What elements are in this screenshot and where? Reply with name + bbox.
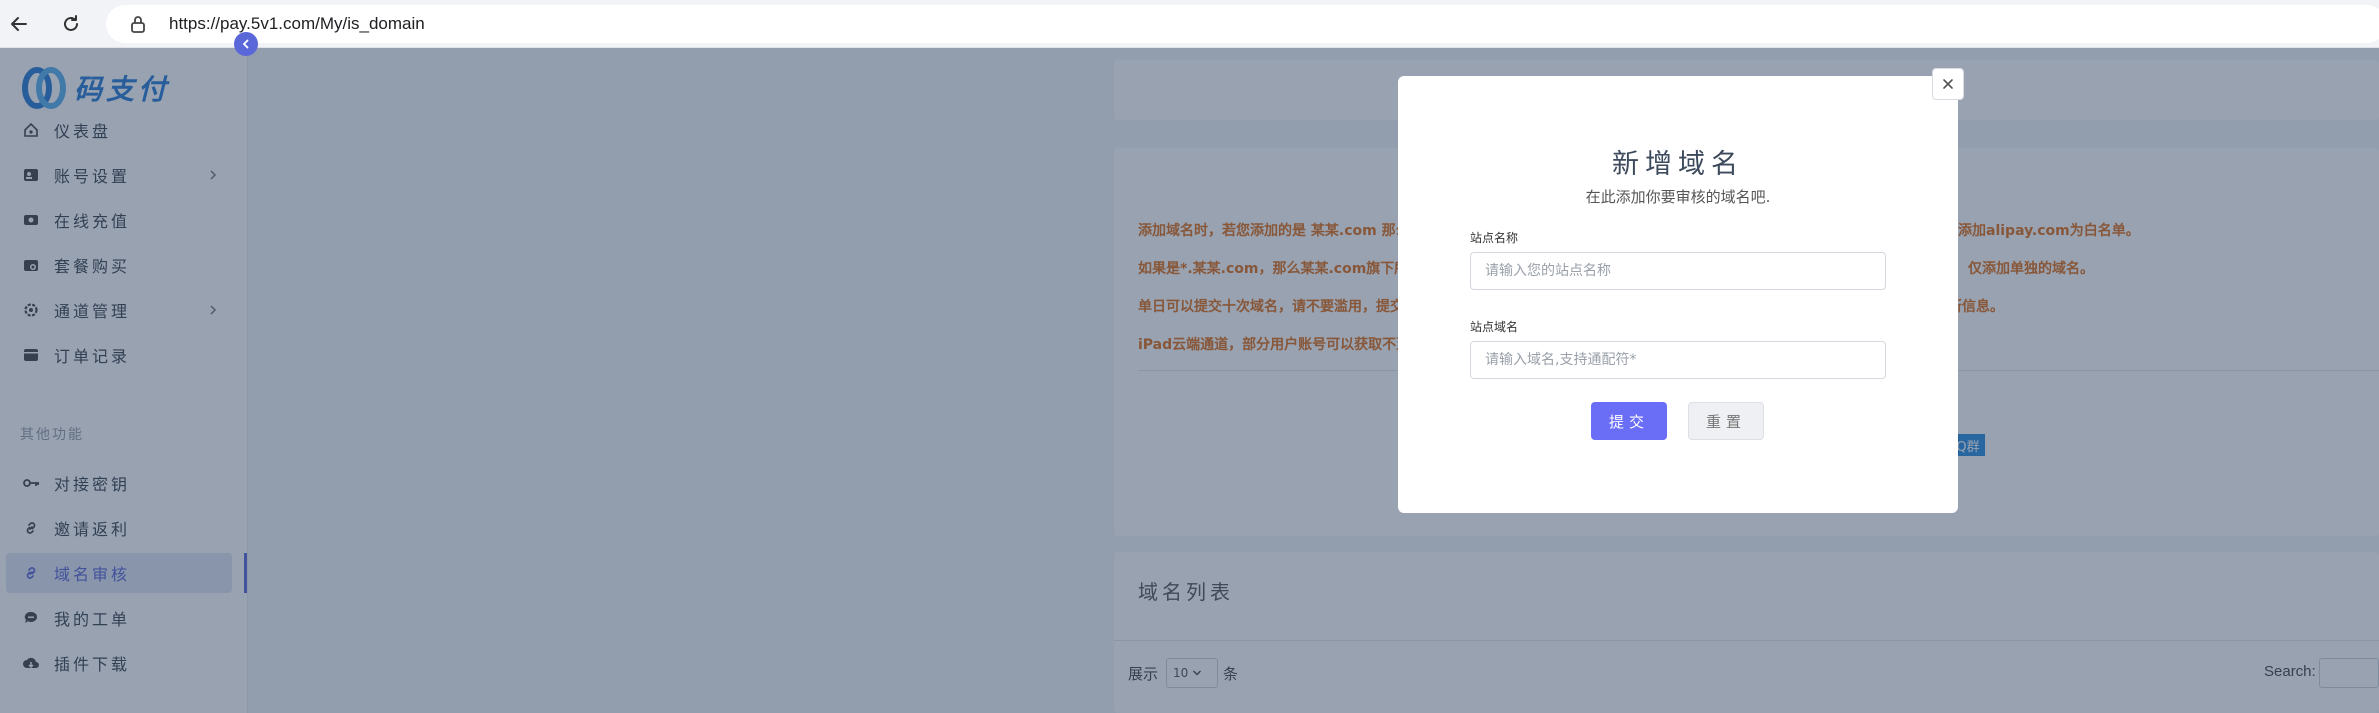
address-bar[interactable]: https://pay.5v1.com/My/is_domain: [106, 5, 2379, 43]
modal-title: 新增域名: [1612, 149, 1744, 180]
modal-backdrop[interactable]: [0, 48, 2379, 713]
lock-icon: [130, 15, 146, 37]
url-text: https://pay.5v1.com/My/is_domain: [169, 14, 425, 33]
back-button[interactable]: [4, 9, 34, 39]
reset-button[interactable]: 重置: [1688, 402, 1764, 440]
chevron-left-icon: [242, 39, 249, 49]
site-name-label: 站点名称: [1470, 231, 1519, 245]
close-icon: [1943, 79, 1953, 89]
back-arrow-icon: [11, 17, 27, 31]
site-domain-input[interactable]: [1470, 341, 1886, 379]
site-domain-label: 站点域名: [1470, 320, 1519, 334]
submit-button[interactable]: 提交: [1591, 402, 1667, 440]
browser-toolbar: https://pay.5v1.com/My/is_domain: [0, 0, 2379, 48]
modal-subtitle: 在此添加你要审核的域名吧.: [1585, 188, 1771, 206]
add-domain-modal: 新增域名 在此添加你要审核的域名吧. 站点名称 站点域名 提交 重置: [1398, 76, 1958, 513]
sidebar-collapse-button[interactable]: [234, 32, 258, 56]
reload-button[interactable]: [56, 9, 86, 39]
site-name-input[interactable]: [1470, 252, 1886, 290]
close-button[interactable]: [1932, 68, 1964, 100]
reload-icon: [64, 15, 78, 31]
